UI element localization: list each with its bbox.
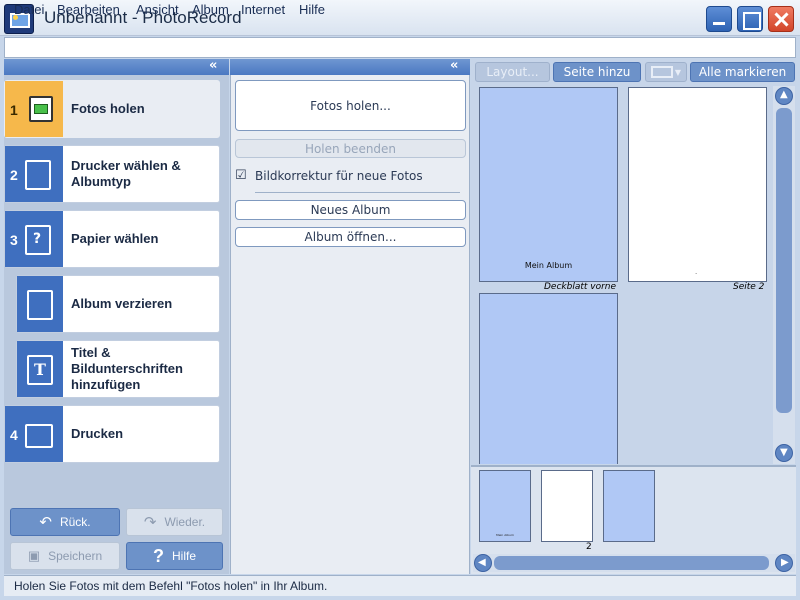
help-label: Hilfe xyxy=(171,549,196,563)
printer-album-icon xyxy=(25,160,51,190)
forward-button[interactable]: ↷ Wieder. xyxy=(126,508,223,536)
thumbnail-page-1[interactable]: Mein Album xyxy=(479,470,531,542)
decorate-icon xyxy=(27,290,53,320)
forward-label: Wieder. xyxy=(164,515,206,529)
album-page-2[interactable]: . xyxy=(628,87,767,282)
stop-fetch-button[interactable]: Holen beenden xyxy=(235,139,466,158)
paper-question-icon: ? xyxy=(25,225,51,255)
menu-ansicht[interactable]: Ansicht xyxy=(136,2,179,17)
step-titel-bildunterschriften[interactable]: T Titel & Bildunterschriften hinzufügen xyxy=(16,340,220,398)
thumbnail-title: Mein Album xyxy=(496,533,514,537)
camera-import-icon xyxy=(29,96,53,122)
step-label: Drucken xyxy=(71,426,124,441)
help-button[interactable]: ? Hilfe xyxy=(126,542,223,570)
step-label: Fotos holen xyxy=(71,101,145,116)
chevron-down-icon: ▼ xyxy=(674,67,682,77)
step-papier-waehlen[interactable]: 3 ? Papier wählen xyxy=(4,210,220,268)
scroll-up-icon[interactable]: ▲ xyxy=(775,87,793,105)
thumbnail-page-3[interactable] xyxy=(603,470,655,542)
page-caption: Seite 2 xyxy=(733,282,765,292)
menu-bearbeiten[interactable]: Bearbeiten xyxy=(57,2,120,17)
menu-bar xyxy=(4,37,796,58)
auto-correct-checkbox[interactable]: ☑ xyxy=(235,168,247,183)
help-question-icon: ? xyxy=(152,545,164,566)
step-drucker-waehlen[interactable]: 2 Drucker wählen & Albumtyp xyxy=(4,145,220,203)
step-fotos-holen[interactable]: 1 Fotos holen xyxy=(4,80,220,138)
menu-album[interactable]: Album xyxy=(192,2,229,17)
layout-button[interactable]: Layout... xyxy=(475,62,550,82)
text-t-icon: T xyxy=(27,355,53,385)
back-label: Rück. xyxy=(59,515,91,529)
step-album-verzieren[interactable]: Album verzieren xyxy=(16,275,220,333)
status-bar: Holen Sie Fotos mit dem Befehl "Fotos ho… xyxy=(4,575,796,596)
menu-internet[interactable]: Internet xyxy=(241,2,285,17)
vertical-scroll-thumb[interactable] xyxy=(776,108,792,413)
add-page-button[interactable]: Seite hinzu xyxy=(553,62,641,82)
select-all-button[interactable]: Alle markieren xyxy=(690,62,795,82)
open-album-button[interactable]: Album öffnen... xyxy=(235,227,466,247)
page-marker: . xyxy=(695,268,698,276)
print-icon xyxy=(25,424,53,448)
step-label: Drucker wählen & Albumtyp xyxy=(71,158,181,189)
page-view-icon xyxy=(650,66,673,78)
minimize-button[interactable] xyxy=(706,6,732,32)
step-number: 4 xyxy=(10,427,18,443)
horizontal-scroll-thumb[interactable] xyxy=(494,556,769,570)
redo-icon: ↷ xyxy=(143,514,157,531)
menu-hilfe[interactable]: Hilfe xyxy=(299,2,325,17)
menu-datei[interactable]: Datei xyxy=(14,2,44,17)
fetch-photos-button[interactable]: Fotos holen... xyxy=(235,80,466,131)
step-label: Album verzieren xyxy=(71,296,173,311)
thumbnail-page-2[interactable] xyxy=(541,470,593,542)
save-label: Speichern xyxy=(48,549,103,563)
divider xyxy=(255,192,460,193)
step-label: Titel & Bildunterschriften hinzufügen xyxy=(71,345,183,392)
album-page-3[interactable] xyxy=(479,293,618,464)
save-button[interactable]: ▣ Speichern xyxy=(10,542,120,570)
step-options-header: « xyxy=(230,59,470,75)
step-options-panel xyxy=(230,59,470,574)
scroll-left-icon[interactable]: ◀ xyxy=(474,554,492,572)
thumbnail-page-number: 2 xyxy=(586,542,592,552)
steps-panel-header: « xyxy=(4,59,229,75)
new-album-button[interactable]: Neues Album xyxy=(235,200,466,220)
scroll-right-icon[interactable]: ▶ xyxy=(775,554,793,572)
step-number: 1 xyxy=(10,102,18,118)
close-button[interactable] xyxy=(768,6,794,32)
step-number: 2 xyxy=(10,167,18,183)
page-view-dropdown[interactable]: ▼ xyxy=(645,62,687,82)
auto-correct-label: Bildkorrektur für neue Fotos xyxy=(255,169,423,183)
undo-icon: ↶ xyxy=(39,514,52,531)
maximize-button[interactable] xyxy=(737,6,763,32)
step-drucken[interactable]: 4 Drucken xyxy=(4,405,220,463)
album-page-cover[interactable]: Mein Album xyxy=(479,87,618,282)
step-number: 3 xyxy=(10,232,18,248)
cover-title: Mein Album xyxy=(524,261,573,270)
step-label: Papier wählen xyxy=(71,231,159,246)
page-caption: Deckblatt vorne xyxy=(544,282,617,292)
status-text: Holen Sie Fotos mit dem Befehl "Fotos ho… xyxy=(14,579,328,593)
scroll-down-icon[interactable]: ▼ xyxy=(775,444,793,462)
collapse-middle-icon[interactable]: « xyxy=(450,59,458,73)
save-icon: ▣ xyxy=(27,548,41,563)
collapse-left-icon[interactable]: « xyxy=(209,59,217,73)
back-button[interactable]: ↶ Rück. xyxy=(10,508,120,536)
